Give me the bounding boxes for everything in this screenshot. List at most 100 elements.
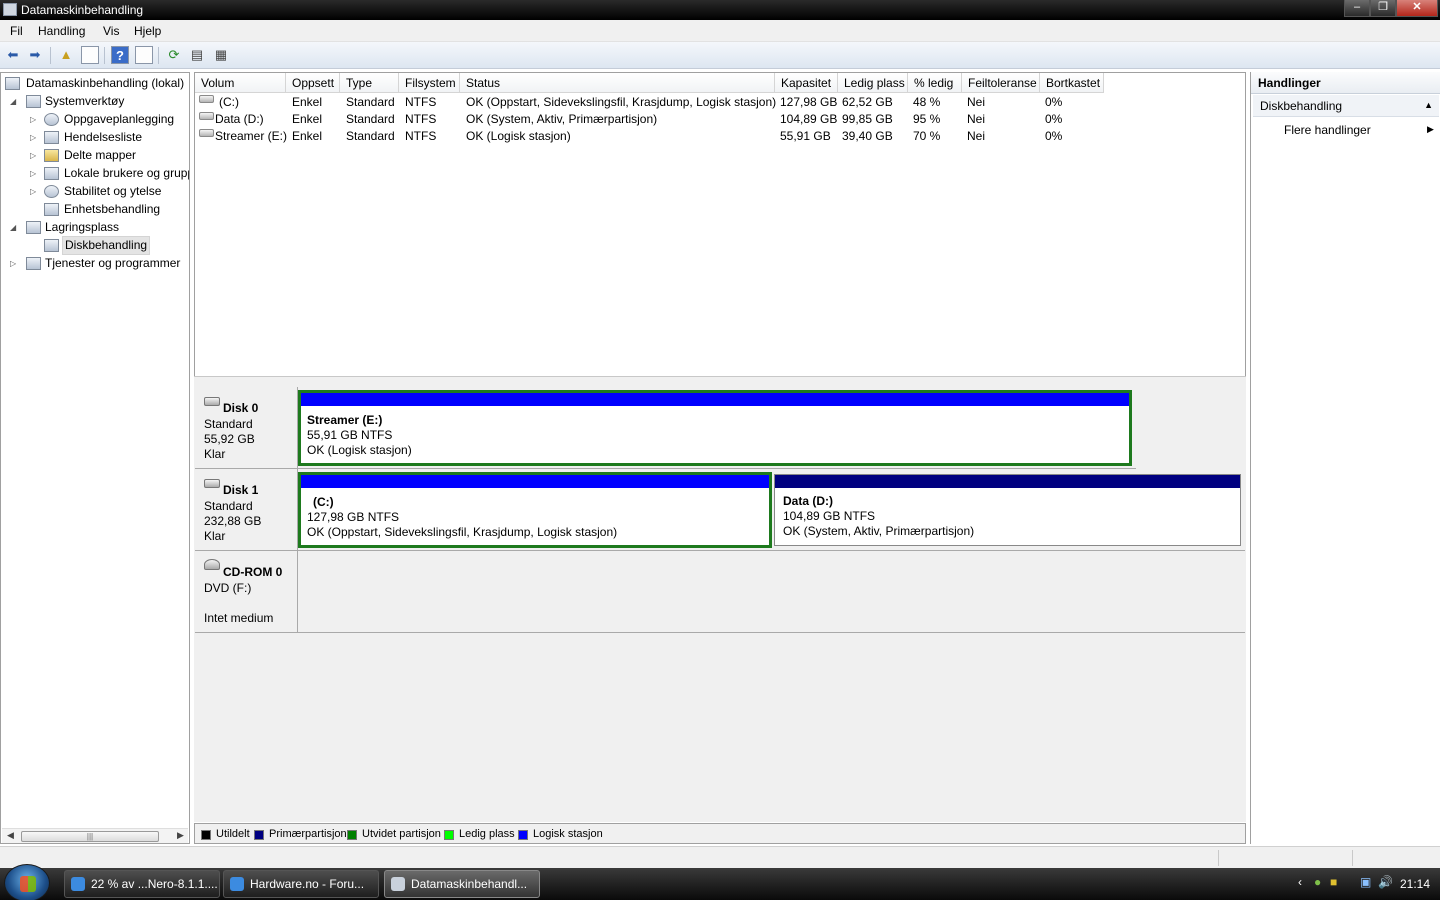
event-viewer-icon xyxy=(44,131,59,144)
cdrom-0-label[interactable]: CD-ROM 0 DVD (F:) Intet medium xyxy=(195,551,298,633)
disk-management-icon xyxy=(44,239,59,252)
legend-swatch xyxy=(444,830,454,840)
start-button[interactable] xyxy=(4,864,50,900)
partition-size: 127,98 GB NTFS xyxy=(307,510,400,524)
menu-action[interactable]: Handling xyxy=(38,24,85,38)
tree-item-label: Enhetsbehandling xyxy=(64,202,161,216)
disk-state: Klar xyxy=(204,447,226,461)
tree-item-label: Delte mapper xyxy=(64,148,137,162)
disk-1-label[interactable]: Disk 1 Standard 232,88 GB Klar xyxy=(195,469,298,551)
cell-volume: Data (D:) xyxy=(215,112,264,126)
expand-icon[interactable]: ▷ xyxy=(10,255,20,272)
menu-file[interactable]: Fil xyxy=(10,24,23,38)
disk-size: 55,92 GB xyxy=(204,432,255,446)
back-icon[interactable]: ⬅ xyxy=(4,46,22,64)
partition-bar xyxy=(775,475,1240,488)
storage-icon xyxy=(26,221,41,234)
forward-icon[interactable]: ➡ xyxy=(26,46,44,64)
cell-filesystem: NTFS xyxy=(405,95,437,109)
tray-app-icon[interactable]: ■ xyxy=(1330,875,1337,889)
more-actions-item[interactable]: Flere handlinger xyxy=(1284,123,1371,137)
tree-root-label: Datamaskinbehandling (lokal) xyxy=(26,76,185,90)
expand-icon[interactable]: ▷ xyxy=(30,129,40,146)
cell-type: Standard xyxy=(346,129,395,143)
cell-overhead: 0% xyxy=(1045,112,1063,126)
column-header-free-space[interactable]: Ledig plass xyxy=(838,73,908,93)
column-header-fault-tolerance[interactable]: Feiltoleranse xyxy=(962,73,1040,93)
collapse-icon[interactable]: ◢ xyxy=(10,93,20,110)
volume-icon[interactable]: 🔊 xyxy=(1378,875,1393,889)
collapse-up-icon[interactable]: ▲ xyxy=(1424,100,1433,110)
actions-pane: Handlinger Diskbehandling ▲ Flere handli… xyxy=(1250,72,1440,844)
scroll-left-icon[interactable]: ◀ xyxy=(7,830,14,841)
actions-group-disk-management[interactable]: Diskbehandling ▲ xyxy=(1253,95,1439,117)
disk-type: DVD (F:) xyxy=(204,581,252,595)
toolbar: ⬅ ➡ ▲ ? ⟳ ▤ ▦ xyxy=(0,42,1440,69)
disk-state: Intet medium xyxy=(204,611,274,625)
partition-streamer-e[interactable]: Streamer (E:) 55,91 GB NTFS OK (Logisk s… xyxy=(298,390,1132,466)
column-header-type[interactable]: Type xyxy=(340,73,399,93)
column-header-overhead[interactable]: Bortkastet xyxy=(1040,73,1104,93)
expand-icon[interactable]: ▷ xyxy=(30,165,40,182)
disk-icon xyxy=(204,479,220,488)
clock[interactable]: 21:14 xyxy=(1400,877,1430,891)
legend-label: Logisk stasjon xyxy=(533,828,603,840)
menu-view[interactable]: Vis xyxy=(103,24,119,38)
partition-title: Data (D:) xyxy=(783,494,833,508)
system-tray: ‹ ● ■ ▣ 🔊 21:14 xyxy=(1290,872,1438,896)
cell-fault-tolerance: Nei xyxy=(967,129,986,143)
network-icon[interactable]: ▣ xyxy=(1360,875,1371,889)
collapse-icon[interactable]: ◢ xyxy=(10,219,20,236)
show-hide-tree-icon[interactable] xyxy=(81,46,99,64)
column-header-layout[interactable]: Oppsett xyxy=(286,73,340,93)
shared-folder-icon xyxy=(44,149,59,162)
partition-c[interactable]: (C:) 127,98 GB NTFS OK (Oppstart, Sideve… xyxy=(298,472,772,548)
cdrom-0-area[interactable] xyxy=(298,551,1245,633)
system-tools-icon xyxy=(26,95,41,108)
partition-data-d[interactable]: Data (D:) 104,89 GB NTFS OK (System, Akt… xyxy=(774,474,1241,546)
up-folder-icon[interactable]: ▲ xyxy=(57,46,75,64)
legend: Utildelt Primærpartisjon Utvidet partisj… xyxy=(194,823,1246,844)
legend-label: Ledig plass xyxy=(459,828,515,840)
scrollbar-thumb[interactable]: ||| xyxy=(21,831,159,842)
column-header-capacity[interactable]: Kapasitet xyxy=(775,73,838,93)
messenger-icon[interactable]: ● xyxy=(1314,875,1321,889)
show-hidden-icons-icon[interactable]: ‹ xyxy=(1298,875,1302,889)
properties-icon[interactable]: ▤ xyxy=(188,46,206,64)
tree-item-label: Stabilitet og ytelse xyxy=(64,184,162,198)
expand-icon[interactable]: ▷ xyxy=(30,183,40,200)
close-button[interactable]: ✕ xyxy=(1396,0,1438,17)
maximize-button[interactable]: ❐ xyxy=(1370,0,1396,17)
menu-help[interactable]: Hjelp xyxy=(134,24,161,38)
column-header-status[interactable]: Status xyxy=(460,73,775,93)
tree-horizontal-scrollbar[interactable]: ◀ ||| ▶ xyxy=(2,828,188,843)
taskbar-button-hardware-forum[interactable]: Hardware.no - Foru... xyxy=(223,870,379,898)
tree-item-label: Hendelsesliste xyxy=(64,130,143,144)
column-header-percent-free[interactable]: % ledig xyxy=(908,73,962,93)
refresh-icon[interactable]: ⟳ xyxy=(165,46,183,64)
show-hide-action-pane-icon[interactable] xyxy=(135,46,153,64)
disk-settings-icon[interactable]: ▦ xyxy=(212,46,230,64)
taskbar: 22 % av ...Nero-8.1.1.... Hardware.no - … xyxy=(0,864,1440,900)
taskbar-button-computer-management[interactable]: Datamaskinbehandl... xyxy=(384,870,540,898)
cell-capacity: 127,98 GB xyxy=(780,95,838,109)
disk-0-label[interactable]: Disk 0 Standard 55,92 GB Klar xyxy=(195,387,298,469)
minimize-button[interactable]: – xyxy=(1344,0,1370,17)
windows-logo-icon xyxy=(20,876,36,892)
column-header-filesystem[interactable]: Filsystem xyxy=(399,73,460,93)
column-header-volume[interactable]: Volum xyxy=(195,73,286,93)
expand-icon[interactable]: ▷ xyxy=(30,147,40,164)
expand-icon[interactable]: ▷ xyxy=(30,111,40,128)
help-icon[interactable]: ? xyxy=(111,46,129,64)
tree-item-label: Lokale brukere og grupp xyxy=(64,166,190,180)
taskbar-button-ie-nero[interactable]: 22 % av ...Nero-8.1.1.... xyxy=(64,870,220,898)
submenu-arrow-icon[interactable]: ▶ xyxy=(1427,124,1434,135)
volume-icon xyxy=(199,95,214,103)
scroll-right-icon[interactable]: ▶ xyxy=(177,830,184,841)
cell-type: Standard xyxy=(346,112,395,126)
disk-graphical-view: Disk 0 Standard 55,92 GB Klar Streamer (… xyxy=(194,381,1246,822)
ie-icon xyxy=(230,877,244,891)
cell-free-space: 99,85 GB xyxy=(842,112,893,126)
cell-filesystem: NTFS xyxy=(405,112,437,126)
computer-management-icon xyxy=(391,877,405,891)
